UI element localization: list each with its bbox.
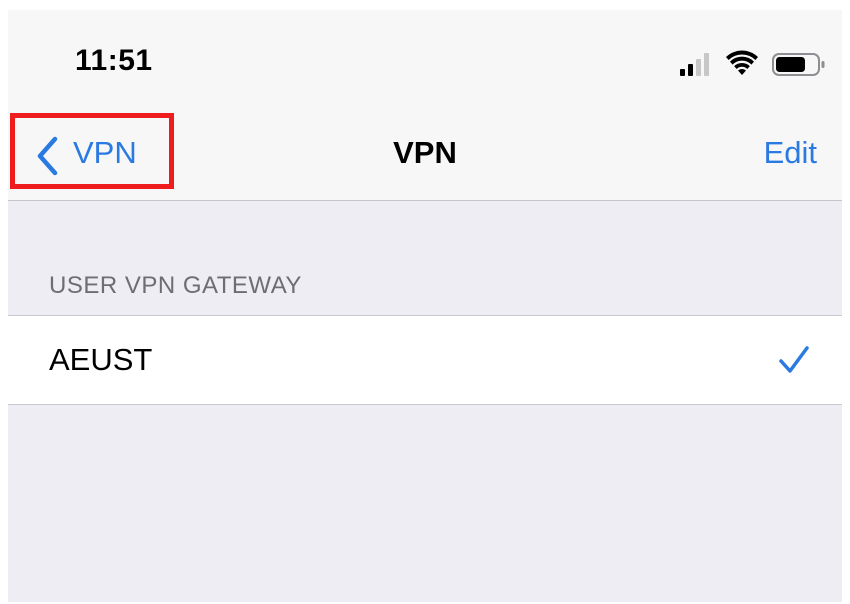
checkmark-icon: [779, 346, 809, 373]
status-bar: 11:51: [8, 10, 842, 104]
section-header: USER VPN GATEWAY: [49, 272, 302, 299]
list-item-label: AEUST: [49, 342, 153, 377]
list-item[interactable]: AEUST: [8, 316, 842, 404]
settings-screen: 11:51 VPN VPN Edit USER VPN GATEWAY AEUS…: [8, 10, 842, 602]
wifi-icon: [726, 50, 758, 75]
status-icons: [680, 48, 832, 78]
battery-icon: [772, 53, 825, 76]
navigation-bar: VPN VPN Edit: [8, 104, 842, 201]
page-title: VPN: [393, 135, 457, 170]
signal-icon: [680, 53, 709, 76]
edit-button[interactable]: Edit: [764, 135, 817, 171]
status-time: 11:51: [75, 44, 153, 77]
vpn-gateway-list: AEUST: [8, 315, 842, 405]
